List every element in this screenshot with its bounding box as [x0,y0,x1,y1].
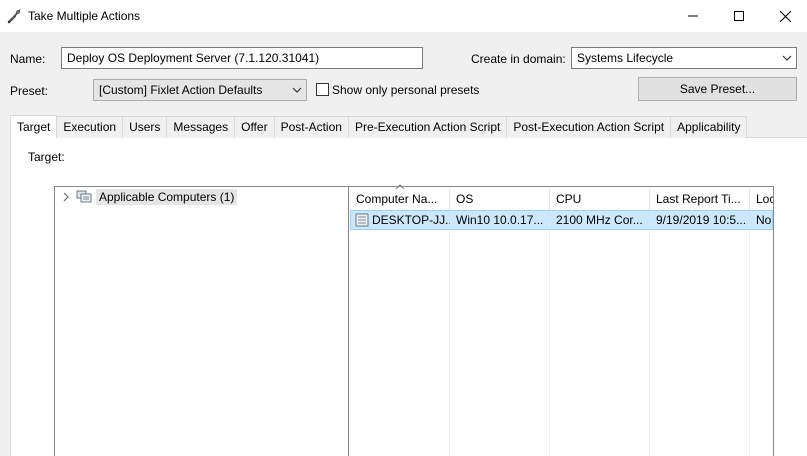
tab-post-action[interactable]: Post-Action [273,116,349,138]
column-header-computer-name[interactable]: Computer Na... [350,188,450,210]
tab-post-execution-action-script[interactable]: Post-Execution Action Script [506,116,672,138]
column-header-locked[interactable]: Loc [750,188,773,210]
preset-label: Preset: [10,84,49,98]
close-icon [779,10,791,22]
personal-presets-checkbox[interactable] [316,83,329,96]
tab-execution[interactable]: Execution [56,116,124,138]
tree-item-applicable-computers[interactable]: Applicable Computers (1) [60,188,238,206]
cell-cpu: 2100 MHz Cor... [556,213,643,227]
tab-users[interactable]: Users [122,116,168,138]
cell-os: Win10 10.0.17... [456,213,544,227]
window-title: Take Multiple Actions [28,9,141,23]
column-header-os[interactable]: OS [450,188,550,210]
tab-target[interactable]: Target [10,115,58,138]
computer-group-icon [76,190,92,203]
maximize-button[interactable] [716,0,762,32]
target-label: Target: [28,150,65,164]
column-divider [749,210,750,456]
personal-presets-label: Show only personal presets [332,83,480,97]
tab-applicability[interactable]: Applicability [670,116,748,138]
cell-locked: No [756,213,772,227]
tab-strip: Target Execution Users Messages Offer Po… [10,115,748,138]
tab-messages[interactable]: Messages [166,116,236,138]
column-divider [449,210,450,456]
column-divider [649,210,650,456]
name-label: Name: [10,52,46,66]
domain-value: Systems Lifecycle [577,51,674,65]
chevron-down-icon [292,87,302,93]
minimize-icon [688,15,698,17]
preset-select[interactable]: [Custom] Fixlet Action Defaults [93,79,307,101]
cell-computer-name: DESKTOP-JJ... [372,213,450,227]
chevron-down-icon [782,55,792,61]
wrench-icon [7,9,21,24]
cell-last-report-time: 9/19/2019 10:5... [656,213,747,227]
tree-item-label: Applicable Computers (1) [96,189,238,205]
panel-splitter[interactable] [348,187,349,456]
title-bar: Take Multiple Actions [0,0,807,32]
tab-pre-execution-action-script[interactable]: Pre-Execution Action Script [347,116,508,138]
name-input[interactable]: Deploy OS Deployment Server (7.1.120.310… [61,47,423,69]
minimize-button[interactable] [670,0,716,32]
domain-select[interactable]: Systems Lifecycle [571,47,797,69]
domain-label: Create in domain: [471,52,566,66]
close-button[interactable] [762,0,807,32]
column-divider [549,210,550,456]
column-header-cpu[interactable]: CPU [550,188,650,210]
preset-value: [Custom] Fixlet Action Defaults [99,83,263,97]
save-preset-button[interactable]: Save Preset... [638,77,797,101]
column-header-last-report-time[interactable]: Last Report Ti... [650,188,750,210]
chevron-right-icon[interactable] [60,191,72,203]
maximize-icon [734,11,744,21]
tab-offer[interactable]: Offer [234,116,275,138]
